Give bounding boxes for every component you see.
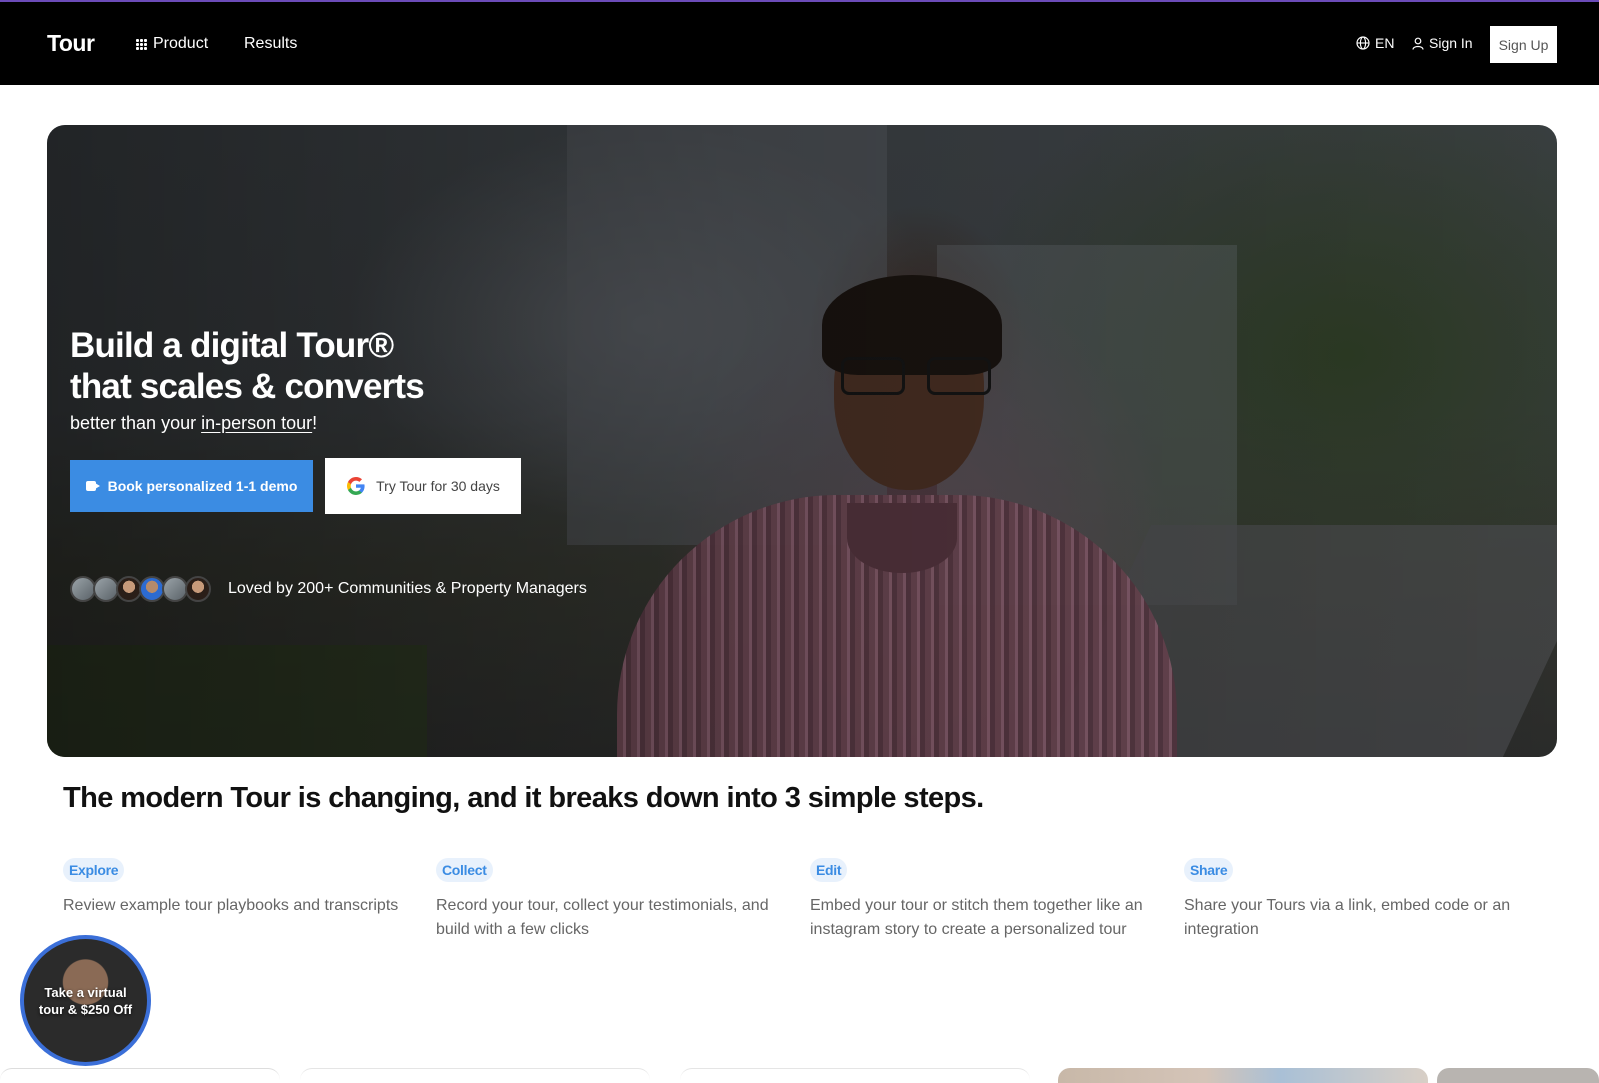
step-text-share: Share your Tours via a link, embed code … [1184, 897, 1511, 938]
user-icon [1412, 37, 1424, 50]
hero-subtitle-suffix: ! [312, 413, 318, 433]
sign-up-button[interactable]: Sign Up [1490, 26, 1557, 63]
language-label: EN [1375, 35, 1395, 51]
avatar [185, 576, 211, 602]
brand-logo[interactable]: Tour [47, 30, 95, 57]
thumbnail-card[interactable] [1058, 1068, 1428, 1083]
thumbnail-card[interactable] [0, 1068, 280, 1083]
video-camera-icon [85, 481, 100, 491]
step-share: Share Share your Tours via a link, embed… [1184, 858, 1524, 942]
nav-product[interactable]: Product [136, 35, 208, 53]
social-proof-text: Loved by 200+ Communities & Property Man… [228, 580, 587, 597]
language-selector[interactable]: EN [1356, 35, 1394, 51]
hero-cta-row: Book personalized 1-1 demo Try Tour for … [70, 458, 587, 514]
hero-content: Build a digital Tour® that scales & conv… [70, 325, 587, 602]
thumbnail-card[interactable] [1437, 1068, 1599, 1083]
top-navbar: Tour Product Results EN Sign In Sign Up [0, 0, 1599, 85]
step-text-collect: Record your tour, collect your testimoni… [436, 897, 769, 938]
nav-results[interactable]: Results [244, 35, 297, 53]
sign-in-link[interactable]: Sign In [1412, 35, 1473, 51]
hero-subtitle-prefix: better than your [70, 413, 202, 433]
thumbnail-card[interactable] [680, 1068, 1030, 1083]
virtual-tour-bubble-text: Take a virtual tour & $250 Off [38, 984, 133, 1017]
step-edit: Edit Embed your tour or stitch them toge… [810, 858, 1150, 942]
thumbnail-card[interactable] [300, 1068, 650, 1083]
step-text-edit: Embed your tour or stitch them together … [810, 897, 1143, 938]
in-person-tour-link[interactable]: in-person tour [201, 413, 312, 433]
nav-product-label: Product [153, 35, 209, 52]
globe-icon [1356, 36, 1370, 50]
try-tour-google-button[interactable]: Try Tour for 30 days [325, 458, 521, 514]
step-badge-share: Share [1184, 858, 1234, 882]
sign-in-label: Sign In [1429, 35, 1473, 51]
google-icon [347, 477, 365, 495]
steps-section-title: The modern Tour is changing, and it brea… [63, 782, 984, 814]
book-demo-label: Book personalized 1-1 demo [107, 478, 298, 494]
hero-subtitle: better than your in-person tour! [70, 413, 587, 434]
social-proof: Loved by 200+ Communities & Property Man… [70, 576, 587, 602]
step-badge-edit: Edit [810, 858, 848, 882]
try-tour-label: Try Tour for 30 days [376, 478, 500, 494]
hero-video-banner[interactable]: Build a digital Tour® that scales & conv… [47, 125, 1557, 757]
hero-title-line1: Build a digital Tour® [70, 326, 394, 365]
step-badge-collect: Collect [436, 858, 493, 882]
step-text-explore: Review example tour playbooks and transc… [63, 897, 399, 914]
hero-title-line2: that scales & converts [70, 367, 425, 406]
hero-title: Build a digital Tour® that scales & conv… [70, 325, 587, 407]
customer-avatars [70, 576, 211, 602]
virtual-tour-bubble[interactable]: Take a virtual tour & $250 Off [20, 935, 151, 1066]
step-badge-explore: Explore [63, 858, 125, 882]
step-collect: Collect Record your tour, collect your t… [436, 858, 776, 942]
grid-icon [136, 38, 147, 50]
step-explore: Explore Review example tour playbooks an… [63, 858, 403, 918]
book-demo-button[interactable]: Book personalized 1-1 demo [70, 460, 313, 512]
